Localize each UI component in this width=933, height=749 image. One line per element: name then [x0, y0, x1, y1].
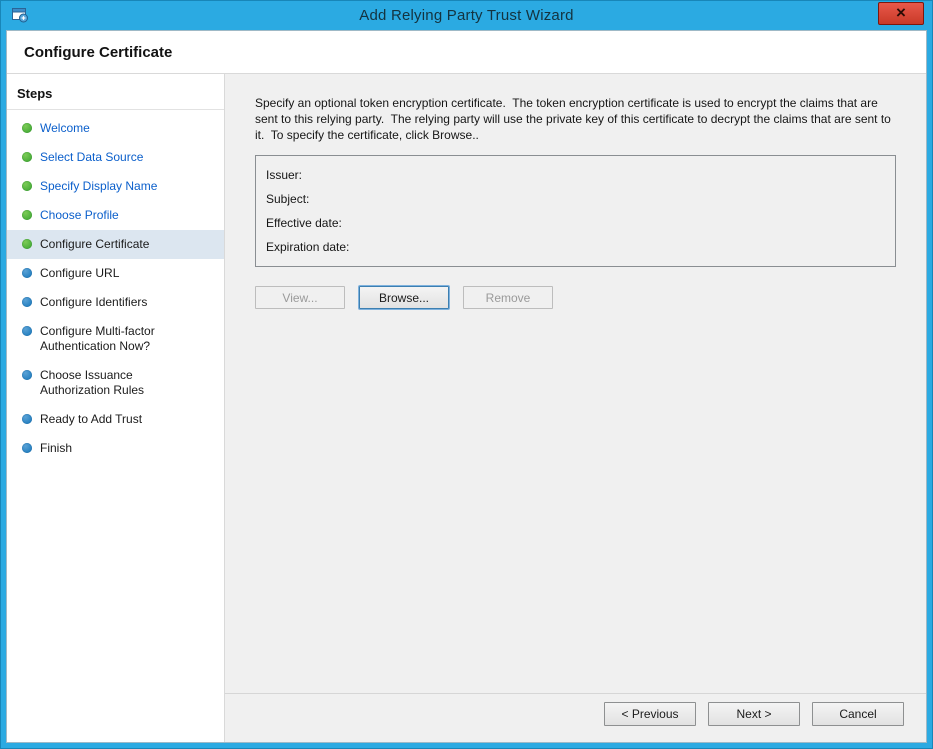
step-description: Specify an optional token encryption cer…	[255, 95, 896, 143]
step-item-select-data-source[interactable]: Select Data Source	[7, 143, 224, 172]
step-label: Select Data Source	[40, 150, 143, 165]
certificate-fields: Issuer: Subject: Effective date: Expirat…	[266, 163, 885, 259]
step-status-dot	[22, 181, 32, 191]
cert-field-label: Expiration date:	[266, 240, 349, 254]
page-header: Configure Certificate	[7, 31, 926, 74]
step-item-ready-to-add-trust: Ready to Add Trust	[7, 405, 224, 434]
cert-field-row: Effective date:	[266, 211, 885, 235]
certificate-actions: View... Browse... Remove	[255, 286, 896, 309]
cert-field-row: Subject:	[266, 187, 885, 211]
step-label: Welcome	[40, 121, 90, 136]
wizard-app-icon	[11, 6, 29, 24]
step-item-configure-url: Configure URL	[7, 259, 224, 288]
step-item-configure-identifiers: Configure Identifiers	[7, 288, 224, 317]
previous-button[interactable]: < Previous	[604, 702, 696, 726]
step-status-dot	[22, 152, 32, 162]
step-status-dot	[22, 370, 32, 380]
step-label: Configure Identifiers	[40, 295, 147, 310]
steps-list: Welcome Select Data Source Specify Displ…	[7, 114, 224, 463]
step-status-dot	[22, 443, 32, 453]
main-panel: Specify an optional token encryption cer…	[225, 74, 926, 742]
page-title: Configure Certificate	[24, 44, 172, 61]
close-icon: ×	[896, 4, 906, 21]
cert-field-row: Issuer:	[266, 163, 885, 187]
step-label: Configure Multi-factor Authentication No…	[40, 324, 198, 354]
browse-button[interactable]: Browse...	[359, 286, 449, 309]
steps-sidebar: Steps Welcome Select Data Source Specify…	[7, 74, 225, 742]
step-label: Configure Certificate	[40, 237, 149, 252]
step-label: Configure URL	[40, 266, 119, 281]
titlebar: Add Relying Party Trust Wizard ×	[6, 1, 927, 30]
step-item-configure-multi-factor-authentication-now: Configure Multi-factor Authentication No…	[7, 317, 224, 361]
window-body: Configure Certificate Steps Welcome Sele…	[6, 30, 927, 743]
step-item-specify-display-name[interactable]: Specify Display Name	[7, 172, 224, 201]
step-label: Ready to Add Trust	[40, 412, 142, 427]
remove-button[interactable]: Remove	[463, 286, 553, 309]
cert-field-label: Subject:	[266, 192, 309, 206]
step-item-welcome[interactable]: Welcome	[7, 114, 224, 143]
step-label: Choose Profile	[40, 208, 119, 223]
step-item-choose-profile[interactable]: Choose Profile	[7, 201, 224, 230]
main-content: Specify an optional token encryption cer…	[225, 74, 926, 693]
wizard-footer: < Previous Next > Cancel	[225, 693, 926, 742]
wizard-window: Add Relying Party Trust Wizard × Configu…	[0, 0, 933, 749]
cert-field-label: Issuer:	[266, 168, 302, 182]
step-label: Choose Issuance Authorization Rules	[40, 368, 198, 398]
step-item-configure-certificate: Configure Certificate	[7, 230, 224, 259]
step-item-choose-issuance-authorization-rules: Choose Issuance Authorization Rules	[7, 361, 224, 405]
step-status-dot	[22, 414, 32, 424]
window-title: Add Relying Party Trust Wizard	[359, 7, 573, 24]
close-button[interactable]: ×	[878, 2, 924, 25]
steps-title: Steps	[7, 83, 224, 110]
next-button[interactable]: Next >	[708, 702, 800, 726]
step-status-dot	[22, 268, 32, 278]
step-label: Finish	[40, 441, 72, 456]
step-item-finish: Finish	[7, 434, 224, 463]
step-status-dot	[22, 210, 32, 220]
certificate-details-box: Issuer: Subject: Effective date: Expirat…	[255, 155, 896, 267]
step-status-dot	[22, 297, 32, 307]
step-label: Specify Display Name	[40, 179, 157, 194]
step-status-dot	[22, 123, 32, 133]
cancel-button[interactable]: Cancel	[812, 702, 904, 726]
view-button[interactable]: View...	[255, 286, 345, 309]
cert-field-row: Expiration date:	[266, 235, 885, 259]
step-status-dot	[22, 326, 32, 336]
cert-field-label: Effective date:	[266, 216, 342, 230]
step-status-dot	[22, 239, 32, 249]
